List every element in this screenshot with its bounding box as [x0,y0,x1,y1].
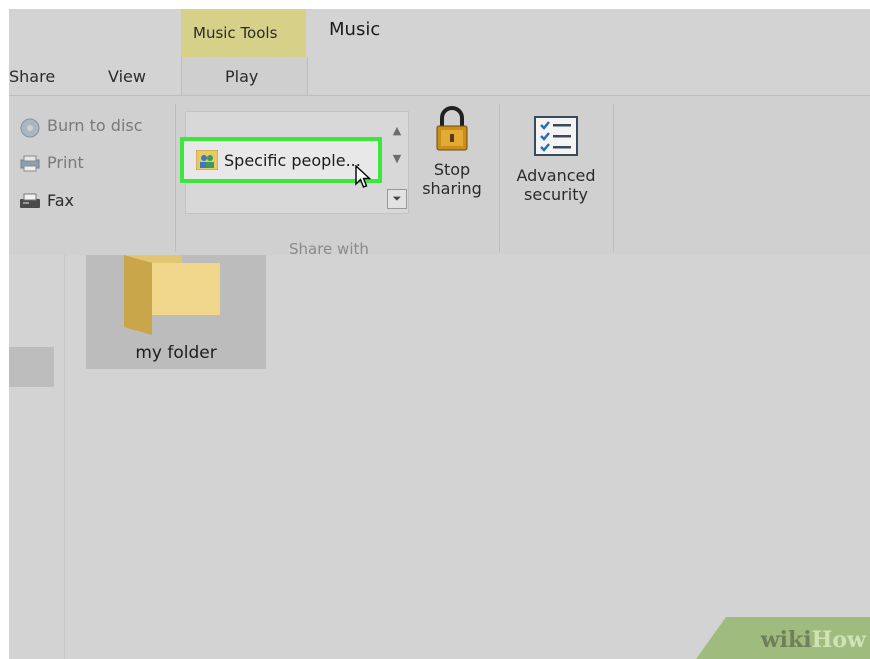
specific-people-label: Specific people... [224,150,361,170]
ribbon-group-divider [613,104,614,252]
nav-pane-divider[interactable] [64,255,65,659]
gallery-expand-icon[interactable]: ⏷ [387,189,407,209]
gallery-scrollbar[interactable]: ▲ ▼ ⏷ [387,111,409,212]
fax-icon [19,192,41,210]
tab-view[interactable]: View [108,67,146,86]
watermark-part2: How [811,627,866,653]
folder-icon [122,255,222,339]
tab-play[interactable]: Play [225,67,258,86]
tab-share[interactable]: Share [9,67,55,86]
title-and-tabs-bar: Music Tools Music Share View Play [9,9,870,95]
wikihow-watermark: wikiHow [696,617,870,659]
folder-item[interactable]: my folder [86,255,266,369]
gallery-scroll-down-icon[interactable]: ▼ [387,149,407,169]
stop-sharing-button[interactable]: Stop sharing [416,104,488,198]
music-tools-label: Music Tools [193,24,278,42]
stop-sharing-line1: Stop [433,160,471,179]
watermark-part1: wiki [760,627,812,653]
file-content-area: my folder [9,255,870,659]
advanced-security-line2: security [524,185,588,204]
mouse-cursor-icon [355,164,373,193]
print-label: Print [47,153,84,172]
ribbon-group-divider [175,104,176,252]
stop-sharing-line2: sharing [422,179,482,198]
folder-name: my folder [135,343,217,363]
ribbon: Burn to disc Print Fax ▲ ▼ ⏷ Specific pe [9,95,870,258]
fax-label: Fax [47,191,75,210]
advanced-security-line1: Advanced [516,166,596,185]
burn-to-disc-label: Burn to disc [47,116,143,135]
window-title: Music [329,19,381,40]
specific-people-option[interactable]: Specific people... [180,137,382,183]
print-button[interactable]: Print [19,153,84,172]
watermark-text: wikiHow [761,627,866,653]
printer-icon [19,154,41,172]
advanced-security-button[interactable]: Advanced security [508,116,604,204]
lock-icon [416,104,488,156]
nav-pane-selected-item[interactable] [9,347,54,387]
burn-disc-icon [19,117,41,137]
checklist-icon [508,116,604,160]
fax-button[interactable]: Fax [19,191,74,210]
ribbon-group-divider [499,104,500,252]
explorer-window: Music Tools Music Share View Play Burn t… [9,9,870,659]
people-icon [195,149,219,171]
burn-to-disc-button[interactable]: Burn to disc [19,116,143,137]
gallery-scroll-up-icon[interactable]: ▲ [387,121,407,141]
